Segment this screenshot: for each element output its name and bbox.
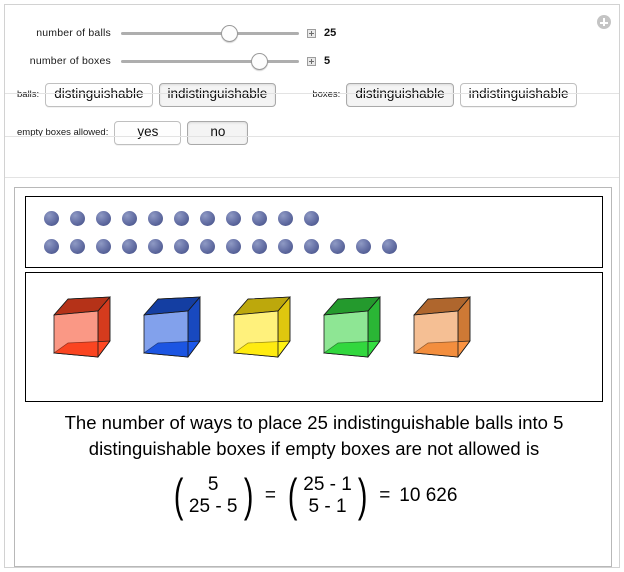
right-paren: ) [357, 469, 368, 522]
cube-graphic [413, 296, 471, 359]
result-value: 10 626 [399, 484, 458, 506]
slider-thumb[interactable] [220, 25, 238, 42]
slider-value-number-of-boxes: 5 [324, 55, 331, 67]
cube-graphic [143, 296, 201, 359]
divider [5, 177, 619, 178]
setter-row-distinguishability: balls: distinguishable indistinguishable… [15, 83, 609, 107]
binomial-bottom: 5 - 1 [308, 495, 347, 517]
slider-label-number-of-balls: number of balls [36, 27, 111, 39]
binomial-top: 25 - 1 [303, 473, 352, 495]
binomial-stack: 25 - 1 5 - 1 [300, 474, 355, 519]
ball [252, 239, 267, 254]
empty-boxes-yes-button[interactable]: yes [114, 120, 182, 145]
ball [304, 211, 319, 226]
ball [278, 239, 293, 254]
setter-row-empty-boxes: empty boxes allowed: yes no [15, 120, 609, 145]
balls-row-2 [44, 239, 408, 254]
divider [5, 93, 619, 94]
setter-label-boxes: boxes: [312, 89, 341, 101]
box-cube [48, 291, 114, 363]
manipulate-app: number of balls 25 number of boxes 5 bal… [0, 0, 624, 572]
ball [226, 239, 241, 254]
box-cube [228, 291, 294, 363]
balls-row-1 [44, 211, 330, 226]
ball [70, 239, 85, 254]
ball [148, 211, 163, 226]
equals-sign-2: = [379, 484, 391, 506]
boxes-panel [25, 272, 603, 402]
ball [148, 239, 163, 254]
ball [200, 239, 215, 254]
slider-track [121, 32, 299, 35]
ball [330, 239, 345, 254]
ball [44, 239, 59, 254]
ball [278, 211, 293, 226]
left-paren: ( [173, 469, 183, 522]
multiset-stack: 5 25 - 5 [186, 474, 241, 519]
result-sentence-line-1: The number of ways to place 25 indisting… [64, 412, 564, 433]
slider-value-number-of-balls: 25 [324, 27, 337, 39]
slider-label-number-of-boxes: number of boxes [29, 55, 111, 67]
result-sentence-line-2: distinguishable boxes if empty boxes are… [88, 438, 540, 460]
ball [382, 239, 397, 254]
equals-sign-1: = [264, 484, 276, 506]
boxes-distinguishable-button[interactable]: distinguishable [346, 83, 454, 107]
slider-number-of-balls[interactable] [121, 23, 299, 43]
ball [122, 239, 137, 254]
cube-graphic [233, 296, 291, 359]
slider-number-of-boxes[interactable] [121, 51, 299, 71]
slider-stepper-icon-balls[interactable] [307, 28, 316, 38]
multiset-top: 5 [207, 473, 219, 495]
slider-track [121, 60, 299, 63]
ball [96, 239, 111, 254]
result-block: The number of ways to place 25 indisting… [29, 410, 599, 518]
ball [226, 211, 241, 226]
multiset-coefficient: ( 5 25 - 5 ) [171, 469, 256, 522]
balls-distinguishable-button[interactable]: distinguishable [45, 83, 153, 107]
empty-boxes-no-button[interactable]: no [187, 120, 249, 145]
ball [122, 211, 137, 226]
ball [304, 239, 319, 254]
ball [174, 239, 189, 254]
ball [174, 211, 189, 226]
left-paren: ( [287, 469, 298, 522]
ball [200, 211, 215, 226]
divider [5, 136, 619, 137]
right-paren: ) [243, 469, 253, 522]
slider-stepper-icon-boxes[interactable] [307, 56, 316, 66]
ball [252, 211, 267, 226]
balls-panel [25, 196, 603, 268]
multiset-bottom: 25 - 5 [188, 495, 238, 517]
boxes-strip [26, 291, 602, 391]
setter-label-balls: balls: [17, 89, 40, 101]
ball [356, 239, 371, 254]
binomial-coefficient: ( 25 - 1 5 - 1 ) [285, 469, 370, 522]
ball [96, 211, 111, 226]
ball [44, 211, 59, 226]
slider-row-number-of-boxes: number of boxes 5 [15, 47, 609, 75]
box-cube [408, 291, 474, 363]
output-area: The number of ways to place 25 indisting… [14, 187, 612, 567]
manipulate-frame: number of balls 25 number of boxes 5 bal… [4, 4, 620, 568]
box-cube [138, 291, 204, 363]
box-cube [318, 291, 384, 363]
slider-thumb[interactable] [251, 53, 269, 70]
result-formula: ( 5 25 - 5 ) = ( 25 - 1 5 - 1) = 10 626 [29, 469, 599, 522]
boxes-indistinguishable-button[interactable]: indistinguishable [459, 83, 578, 107]
slider-row-number-of-balls: number of balls 25 [15, 19, 609, 47]
controls-area: number of balls 25 number of boxes 5 bal… [5, 5, 619, 178]
cube-graphic [323, 296, 381, 359]
ball [70, 211, 85, 226]
balls-indistinguishable-button[interactable]: indistinguishable [158, 83, 277, 107]
cube-graphic [53, 296, 111, 359]
